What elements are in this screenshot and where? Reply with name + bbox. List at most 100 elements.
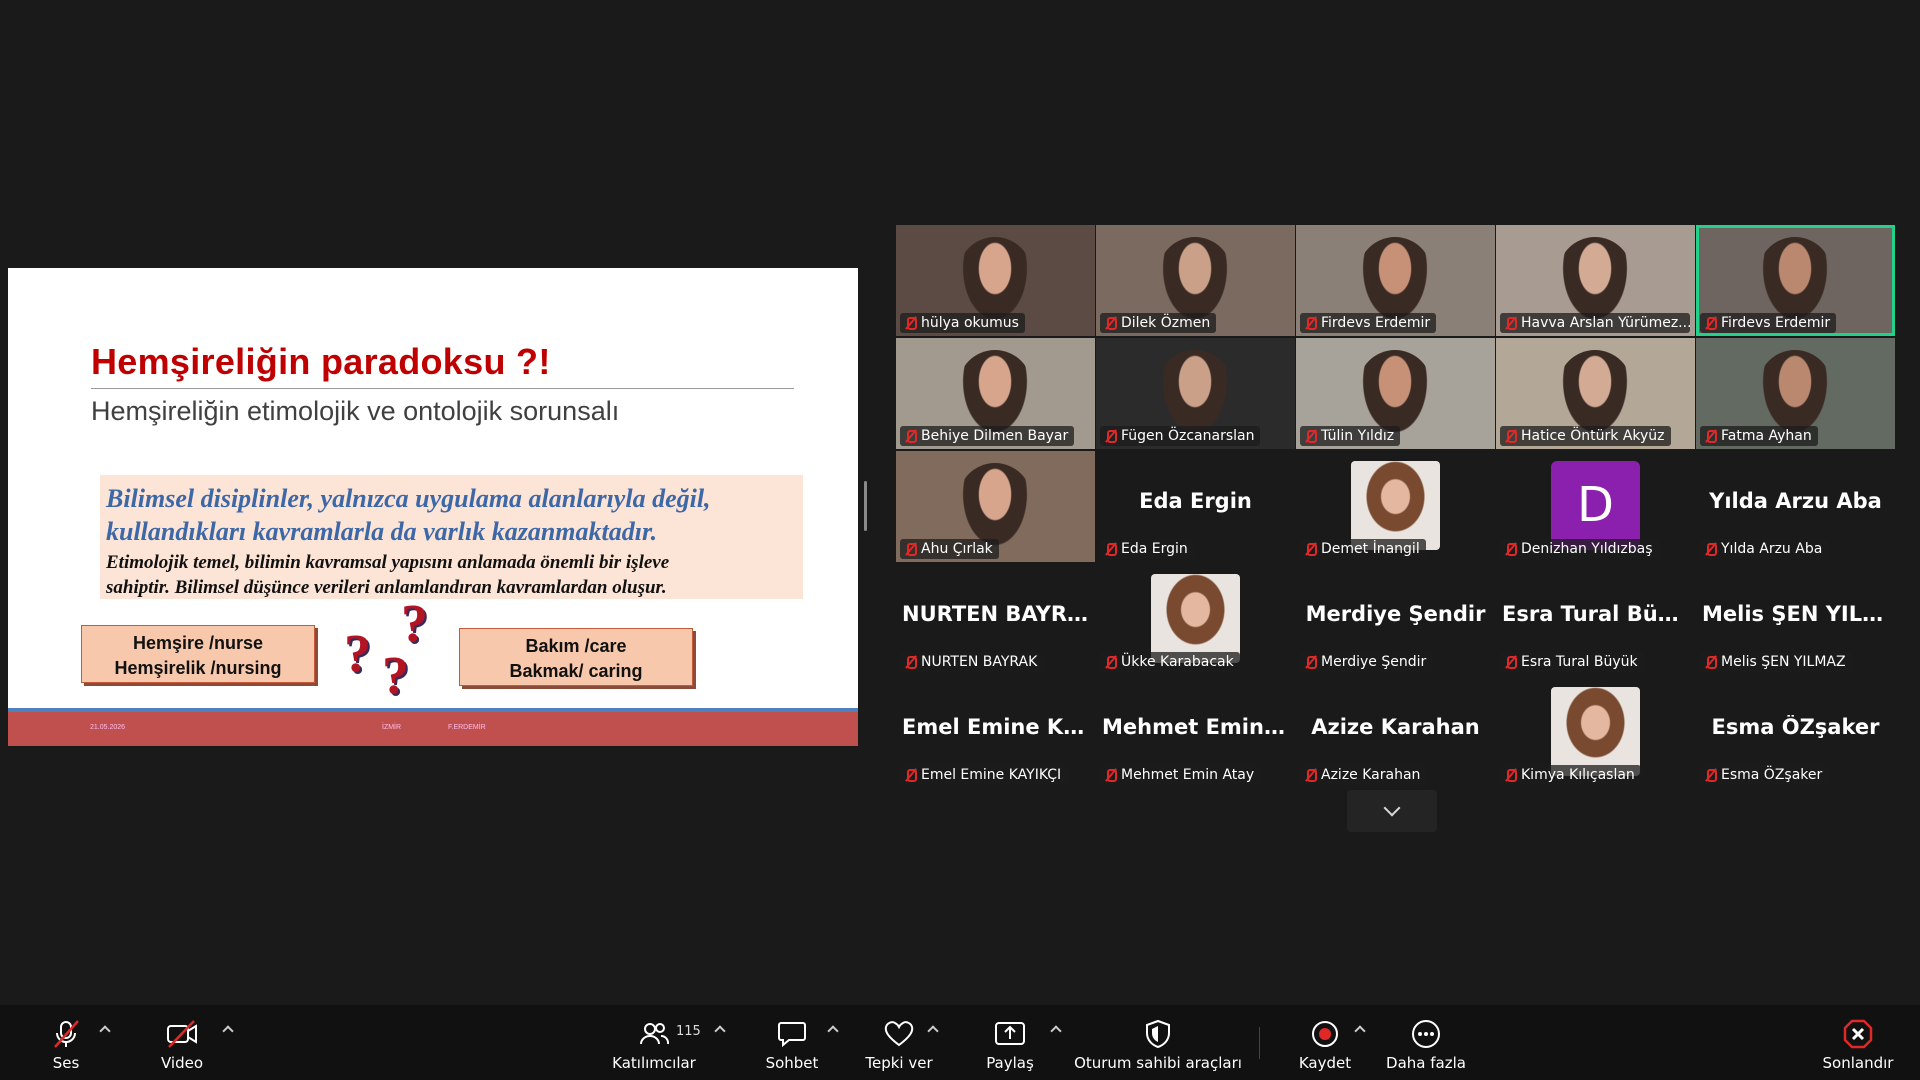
participant-display-name: Merdiye Şendir	[1305, 602, 1486, 626]
record-button[interactable]: Kaydet	[1298, 1005, 1352, 1080]
reactions-button[interactable]: Tepki ver	[865, 1005, 933, 1080]
participant-nameplate: Behiye Dilmen Bayar	[900, 426, 1075, 446]
gallery-next-page-button[interactable]	[1347, 790, 1437, 832]
participant-nameplate: Merdiye Şendir	[1300, 652, 1433, 672]
participant-nameplate: hülya okumus	[900, 313, 1025, 333]
muted-microphone-icon	[1104, 316, 1117, 330]
record-options-caret[interactable]	[1354, 1025, 1366, 1037]
participant-tile[interactable]: Firdevs Erdemir	[1296, 225, 1495, 336]
slide-quote-main-line: kullandıkları kavramlarla da varlık kaza…	[106, 517, 658, 546]
participant-tile[interactable]: NURTEN BAYRAK NURTEN BAYRAK	[896, 564, 1095, 675]
muted-microphone-icon	[1104, 768, 1117, 782]
participant-nameplate: Emel Emine KAYIKÇI	[900, 765, 1068, 785]
participant-avatar-photo	[1551, 687, 1640, 776]
participant-nameplate: Dilek Özmen	[1100, 313, 1217, 333]
participant-display-name: Melis ŞEN YILM...	[1702, 602, 1895, 626]
participant-nameplate: Demet İnangil	[1300, 539, 1426, 559]
muted-microphone-icon	[1504, 768, 1517, 782]
participant-tile[interactable]: Ahu Çırlak	[896, 451, 1095, 562]
participant-tile[interactable]: Havva Arslan Yürümez...	[1496, 225, 1695, 336]
chat-label: Sohbet	[765, 1054, 819, 1072]
participant-tile[interactable]: D Denizhan Yıldızbaş	[1496, 451, 1695, 562]
audio-button[interactable]: Ses	[40, 1005, 92, 1080]
audio-label: Ses	[52, 1054, 80, 1072]
participant-name: NURTEN BAYRAK	[921, 654, 1038, 670]
participant-tile[interactable]: Fügen Özcanarslan	[1096, 338, 1295, 449]
more-label: Daha fazla	[1386, 1054, 1466, 1072]
end-meeting-button[interactable]: Sonlandır	[1822, 1005, 1894, 1080]
participant-display-name: Azize Karahan	[1311, 715, 1480, 739]
participant-name: Mehmet Emin Atay	[1121, 767, 1255, 783]
audio-options-caret[interactable]	[99, 1025, 111, 1037]
video-options-caret[interactable]	[222, 1025, 234, 1037]
muted-microphone-icon	[1504, 429, 1517, 443]
participant-tile[interactable]: Dilek Özmen	[1096, 225, 1295, 336]
participant-nameplate: Havva Arslan Yürümez...	[1500, 313, 1690, 333]
participants-options-caret[interactable]	[714, 1025, 726, 1037]
participant-display-name: Yılda Arzu Aba	[1709, 489, 1882, 513]
participant-tile[interactable]: Azize Karahan Azize Karahan	[1296, 677, 1495, 788]
participant-name: Dilek Özmen	[1121, 315, 1211, 331]
participant-name: Azize Karahan	[1321, 767, 1421, 783]
slide-title-rule	[91, 388, 794, 389]
participant-avatar-photo	[1151, 574, 1240, 663]
slide-footer-date: 21.05.2026	[90, 724, 126, 731]
participant-nameplate: Firdevs Erdemir	[1300, 313, 1437, 333]
participant-avatar-photo	[1351, 461, 1440, 550]
slide-footer: 21.05.2026 İZMİR F.ERDEMİR	[8, 712, 858, 746]
participants-icon	[637, 1017, 671, 1051]
more-icon	[1409, 1017, 1443, 1051]
chat-options-caret[interactable]	[827, 1025, 839, 1037]
participants-button[interactable]: Katılımcılar	[612, 1005, 696, 1080]
participant-display-name: Esra Tural Büyük	[1502, 602, 1695, 626]
participant-tile[interactable]: Fatma Ayhan	[1696, 338, 1895, 449]
question-mark-icon: ?	[344, 623, 371, 683]
participant-tile[interactable]: Eda Ergin Eda Ergin	[1096, 451, 1295, 562]
participant-tile[interactable]: Melis ŞEN YILM... Melis ŞEN YILMAZ	[1696, 564, 1895, 675]
participant-name: Fatma Ayhan	[1721, 428, 1812, 444]
share-label: Paylaş	[986, 1054, 1034, 1072]
muted-microphone-icon	[49, 1017, 83, 1051]
participant-tile[interactable]: Esra Tural Büyük Esra Tural Büyük	[1496, 564, 1695, 675]
muted-microphone-icon	[1304, 655, 1317, 669]
muted-microphone-icon	[1304, 316, 1317, 330]
muted-microphone-icon	[1704, 768, 1717, 782]
host-tools-button[interactable]: Oturum sahibi araçları	[1074, 1005, 1242, 1080]
participant-tile[interactable]: hülya okumus	[896, 225, 1095, 336]
participant-tile[interactable]: Esma ÖZşaker Esma ÖZşaker	[1696, 677, 1895, 788]
participant-tile[interactable]: Demet İnangil	[1296, 451, 1495, 562]
muted-microphone-icon	[1504, 655, 1517, 669]
participant-tile[interactable]: Firdevs Erdemir	[1696, 225, 1895, 336]
muted-microphone-icon	[904, 655, 917, 669]
participant-name: hülya okumus	[921, 315, 1019, 331]
muted-microphone-icon	[1704, 542, 1717, 556]
participant-name: Ahu Çırlak	[921, 541, 993, 557]
participant-tile[interactable]: Yılda Arzu Aba Yılda Arzu Aba	[1696, 451, 1895, 562]
end-meeting-icon	[1841, 1017, 1875, 1051]
share-button[interactable]: Paylaş	[982, 1005, 1038, 1080]
toolbar-separator	[1259, 1027, 1260, 1059]
split-view-handle[interactable]	[864, 481, 867, 531]
participants-label: Katılımcılar	[612, 1054, 696, 1072]
participant-tile[interactable]: Behiye Dilmen Bayar	[896, 338, 1095, 449]
participant-display-name: NURTEN BAYRAK	[902, 602, 1095, 626]
share-options-caret[interactable]	[1050, 1025, 1062, 1037]
participant-tile[interactable]: Mehmet Emin A... Mehmet Emin Atay	[1096, 677, 1295, 788]
participant-nameplate: Fatma Ayhan	[1700, 426, 1818, 446]
participant-tile[interactable]: Hatice Öntürk Akyüz	[1496, 338, 1695, 449]
more-button[interactable]: Daha fazla	[1386, 1005, 1466, 1080]
participant-nameplate: Hatice Öntürk Akyüz	[1500, 426, 1671, 446]
participant-tile[interactable]: Tülin Yıldız	[1296, 338, 1495, 449]
slide-footer-city: İZMİR	[382, 724, 402, 731]
muted-microphone-icon	[1304, 429, 1317, 443]
participant-tile[interactable]: Emel Emine KAY... Emel Emine KAYIKÇI	[896, 677, 1095, 788]
participant-tile[interactable]: Ükke Karabacak	[1096, 564, 1295, 675]
meeting-toolbar: Ses Video Katılımcılar 115 Sohbet Tepki …	[0, 1005, 1920, 1080]
participant-tile[interactable]: Kimya Kılıçaslan	[1496, 677, 1695, 788]
video-button[interactable]: Video	[158, 1005, 206, 1080]
chat-button[interactable]: Sohbet	[764, 1005, 820, 1080]
slide-subtitle: Hemşireliğin etimolojik ve ontolojik sor…	[91, 396, 620, 426]
participant-nameplate: Ahu Çırlak	[900, 539, 999, 559]
muted-microphone-icon	[1104, 542, 1117, 556]
participant-tile[interactable]: Merdiye Şendir Merdiye Şendir	[1296, 564, 1495, 675]
